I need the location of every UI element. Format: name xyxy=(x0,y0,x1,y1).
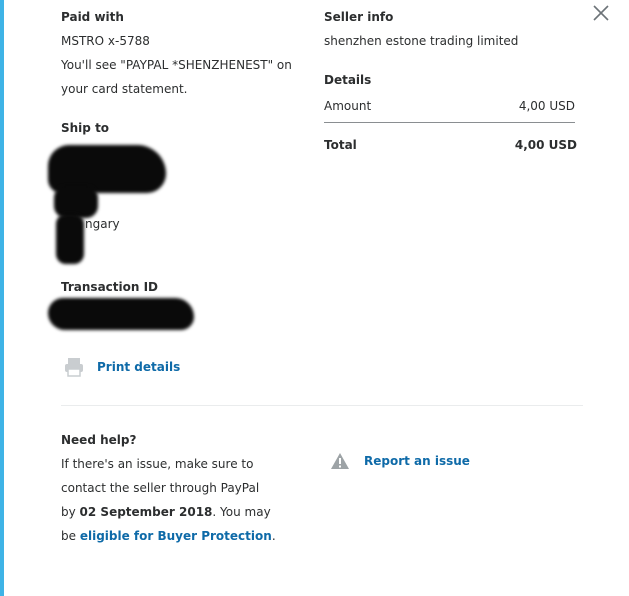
need-help-title: Need help? xyxy=(61,433,137,447)
help-line4-suffix: . xyxy=(271,529,276,543)
redacted-transaction-id xyxy=(48,298,194,330)
help-line1: If there's an issue, make sure to xyxy=(61,457,254,471)
statement-note-line1: You'll see "PAYPAL *SHENZHENEST" on xyxy=(61,58,292,72)
warning-icon xyxy=(330,452,350,470)
close-button[interactable] xyxy=(591,3,611,23)
help-line3: by 02 September 2018. You may xyxy=(61,500,271,524)
amount-label: Amount xyxy=(324,99,372,113)
help-line4: be eligible for Buyer Protection. xyxy=(61,524,276,548)
total-label: Total xyxy=(324,138,357,152)
printer-icon[interactable] xyxy=(63,356,85,378)
details-label: Details xyxy=(324,73,372,87)
amount-value: 4,00 USD xyxy=(518,99,575,113)
help-line2: contact the seller through PayPal xyxy=(61,481,260,495)
paid-with-label: Paid with xyxy=(61,10,124,24)
help-line3-prefix: by xyxy=(61,505,80,519)
details-divider xyxy=(324,122,575,123)
transaction-id-label: Transaction ID xyxy=(61,280,159,294)
left-accent-bar xyxy=(0,0,4,596)
card-number: MSTRO x-5788 xyxy=(61,34,150,48)
seller-name: shenzhen estone trading limited xyxy=(324,34,519,48)
total-value: 4,00 USD xyxy=(514,138,577,152)
help-line4-prefix: be xyxy=(61,529,80,543)
ship-to-label: Ship to xyxy=(61,121,110,135)
report-issue-link[interactable]: Report an issue xyxy=(364,449,470,473)
ship-to-country-partial: ngary xyxy=(85,217,120,231)
section-divider xyxy=(61,405,583,406)
buyer-protection-link[interactable]: eligible for Buyer Protection xyxy=(80,529,272,543)
seller-info-label: Seller info xyxy=(324,10,394,24)
close-icon xyxy=(593,5,609,21)
statement-note-line2: your card statement. xyxy=(61,82,188,96)
print-details-link[interactable]: Print details xyxy=(97,355,180,379)
help-line3-suffix: . You may xyxy=(212,505,271,519)
protection-deadline-date: 02 September 2018 xyxy=(79,505,213,519)
